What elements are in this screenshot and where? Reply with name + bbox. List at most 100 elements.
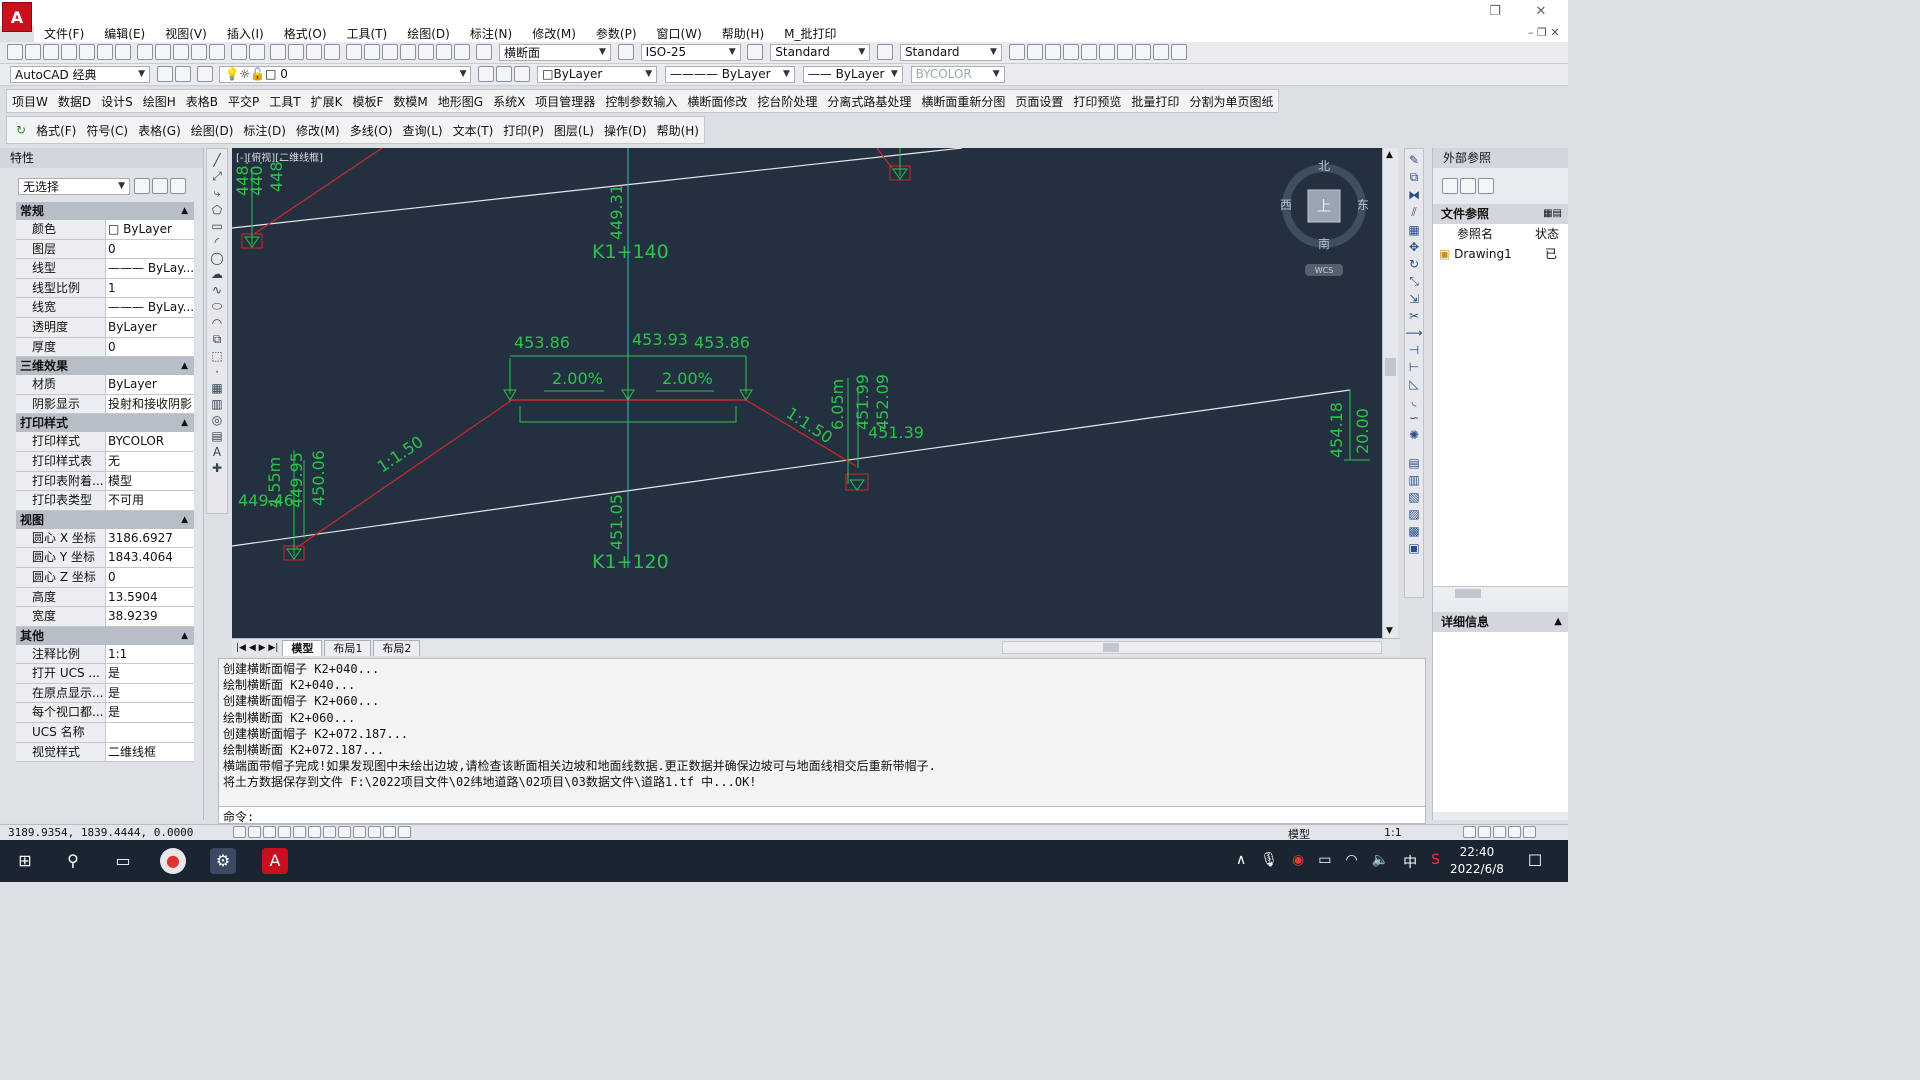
scroll-thumb[interactable]: [1455, 589, 1481, 598]
text-style-icon[interactable]: [476, 44, 493, 60]
plugin-menu-item[interactable]: 挖台阶处理: [752, 93, 822, 110]
extend-icon[interactable]: ⟶: [1405, 326, 1422, 340]
chrome-icon[interactable]: ●: [160, 848, 186, 874]
mdi-controls-icon[interactable]: – ❐ ✕: [1528, 26, 1560, 39]
plugin-menu-item[interactable]: 绘图H: [138, 93, 181, 110]
ime-indicator[interactable]: 中: [1403, 852, 1417, 872]
make-block-icon[interactable]: ⬚: [211, 349, 222, 363]
property-value[interactable]: 0: [106, 240, 194, 259]
menu-format[interactable]: 格式(O): [274, 26, 337, 42]
property-row[interactable]: 厚度 0: [16, 337, 194, 358]
zoom-window-icon[interactable]: [306, 44, 323, 60]
plugin-menu-item[interactable]: 分离式路基处理: [822, 93, 916, 110]
gear-icon[interactable]: [1463, 826, 1476, 838]
close-icon[interactable]: ✕: [1530, 4, 1552, 22]
scale-icon[interactable]: ⤡: [1409, 274, 1419, 289]
property-value[interactable]: 3186.6927: [106, 529, 194, 548]
tpy-icon[interactable]: [368, 826, 381, 838]
qp-icon[interactable]: [383, 826, 396, 838]
plugin-menu-item[interactable]: 操作(D): [599, 122, 652, 139]
column-status[interactable]: 状态: [1531, 224, 1559, 244]
plugin-menu-item[interactable]: 工具T: [264, 93, 305, 110]
property-row[interactable]: UCS 名称: [16, 723, 194, 743]
table-icon[interactable]: ▤: [211, 429, 222, 443]
property-row[interactable]: 线宽 ——— ByLay...: [16, 298, 194, 318]
property-value[interactable]: 模型: [106, 472, 194, 491]
linetype-select[interactable]: ———— ByLayer ▼: [664, 65, 795, 83]
mirror-icon[interactable]: ⧓: [1408, 188, 1420, 202]
plugin-tool-icon[interactable]: [1044, 44, 1061, 60]
property-row[interactable]: 线型 ——— ByLay...: [16, 259, 194, 279]
lwt-icon[interactable]: [353, 826, 366, 838]
chamfer-icon[interactable]: ◺: [1409, 377, 1418, 391]
draworder-icon[interactable]: ▥: [1408, 473, 1419, 487]
multileader-style-select[interactable]: Standard ▼: [899, 43, 1002, 61]
add-selected-icon[interactable]: ✚: [212, 461, 222, 475]
plugin-menu-item[interactable]: 页面设置: [1010, 93, 1068, 110]
plugin-tool-icon[interactable]: [1152, 44, 1169, 60]
calculator-icon[interactable]: [436, 44, 453, 60]
open-icon[interactable]: [25, 44, 41, 60]
plugin-menu-item[interactable]: 分割为单页图纸: [1184, 93, 1278, 110]
region-icon[interactable]: ◎: [212, 413, 222, 427]
dyn-icon[interactable]: [338, 826, 351, 838]
viewcube[interactable]: 上 北 南 东 西 WCS: [1280, 159, 1369, 276]
property-value[interactable]: 38.9239: [106, 607, 194, 626]
xref-row[interactable]: ▣ Drawing1 已: [1433, 244, 1568, 264]
property-value[interactable]: 1: [106, 279, 194, 298]
copy-icon[interactable]: [154, 44, 171, 60]
chevron-up-icon[interactable]: ∧: [1236, 852, 1246, 872]
menu-dimension[interactable]: 标注(N): [460, 26, 522, 42]
rectangle-icon[interactable]: ▭: [211, 219, 222, 233]
viewcube-west-label[interactable]: 西: [1280, 198, 1292, 212]
spline-icon[interactable]: ∿: [212, 283, 222, 297]
plugin-menu-item[interactable]: 数模M: [388, 93, 432, 110]
circle-icon[interactable]: ◯: [210, 251, 223, 265]
collapse-icon[interactable]: ▲: [181, 627, 188, 645]
plugin-tool-icon[interactable]: [1026, 44, 1043, 60]
viewcube-south-label[interactable]: 南: [1318, 236, 1330, 251]
property-value[interactable]: 0: [106, 568, 194, 587]
make-current-icon[interactable]: [478, 66, 495, 82]
autocad-icon[interactable]: A: [262, 848, 288, 874]
property-value[interactable]: ByLayer: [106, 318, 194, 337]
plugin-menu-item[interactable]: 表格(G): [133, 122, 186, 139]
property-value[interactable]: 投射和接收阴影: [106, 395, 194, 414]
property-row[interactable]: 在原点显示... 是: [16, 683, 194, 704]
windows-start-icon[interactable]: ⊞: [12, 848, 38, 874]
drawing-canvas[interactable]: K1+140 K1+120 453.86 453.93 453.86 2.00%…: [232, 148, 1382, 638]
move-icon[interactable]: ✥: [1409, 240, 1419, 254]
draworder-icon[interactable]: ▩: [1408, 524, 1419, 538]
point-icon[interactable]: ·: [215, 365, 219, 379]
polyline-icon[interactable]: ⤷: [214, 186, 221, 201]
property-value[interactable]: □ ByLayer: [106, 220, 194, 239]
publish-icon[interactable]: [97, 44, 113, 60]
restore-icon[interactable]: ❐: [1484, 4, 1506, 22]
property-value[interactable]: 是: [106, 703, 194, 722]
plugin-menu-item[interactable]: 项目W: [7, 93, 53, 110]
property-value[interactable]: 二维线框: [106, 743, 194, 762]
property-value[interactable]: ByLayer: [106, 375, 194, 394]
menu-draw[interactable]: 绘图(D): [397, 26, 460, 42]
tray-app-icon[interactable]: ◉: [1292, 852, 1304, 872]
plugin-menu-item[interactable]: 符号(C): [81, 122, 133, 139]
table-style-icon[interactable]: [747, 44, 764, 60]
scroll-down-icon[interactable]: ▼: [1386, 626, 1393, 636]
property-section-header[interactable]: 常规 ▲: [16, 202, 194, 220]
plugin-menu-item[interactable]: 图层(L): [549, 122, 599, 139]
stretch-icon[interactable]: ⇲: [1409, 292, 1419, 306]
plugin-menu-item[interactable]: 控制参数输入: [600, 93, 682, 110]
match-properties-icon[interactable]: [190, 44, 207, 60]
property-value[interactable]: 是: [106, 664, 194, 683]
menu-tools[interactable]: 工具(T): [337, 26, 398, 42]
erase-icon[interactable]: ✎: [1409, 153, 1419, 167]
scroll-thumb[interactable]: [1103, 643, 1119, 652]
plugin-menu-item[interactable]: 查询(L): [398, 122, 448, 139]
dim-style-select[interactable]: ISO-25 ▼: [640, 43, 741, 61]
plugin-menu-item[interactable]: 平交P: [223, 93, 264, 110]
properties-icon[interactable]: [346, 44, 363, 60]
attach-dwg-icon[interactable]: [1442, 178, 1458, 194]
column-reference-name[interactable]: 参照名: [1433, 224, 1531, 244]
text-style-select[interactable]: 横断面 ▼: [498, 43, 611, 61]
menu-view[interactable]: 视图(V): [155, 26, 217, 42]
